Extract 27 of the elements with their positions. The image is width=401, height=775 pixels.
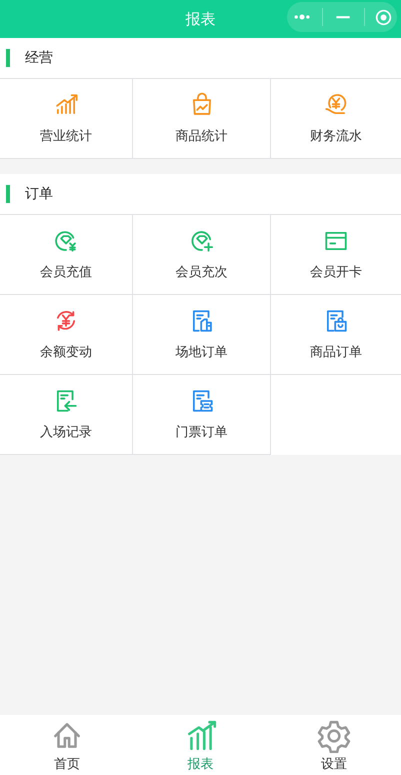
menu-tile[interactable]: 会员充值 (0, 215, 133, 295)
tab-item[interactable]: 设置 (267, 715, 401, 775)
tile-label: 会员开卡 (310, 264, 362, 281)
menu-tile[interactable]: 门票订单 (133, 375, 271, 455)
more-icon[interactable] (292, 12, 312, 22)
menu-tile[interactable]: 余额变动 (0, 295, 133, 375)
menu-tile[interactable]: 营业统计 (0, 79, 133, 159)
section-title: 订单 (25, 185, 53, 203)
tile-label: 营业统计 (40, 128, 92, 145)
tile-label: 门票订单 (176, 424, 228, 441)
tile-label: 场地订单 (176, 344, 228, 361)
menu-tile[interactable]: 会员充次 (133, 215, 271, 295)
tile-label: 余额变动 (40, 344, 92, 361)
menu-tile[interactable]: 场地订单 (133, 295, 271, 375)
section-title: 经营 (25, 49, 53, 67)
gear-icon (317, 719, 352, 753)
tile-label: 财务流水 (310, 128, 362, 145)
menu-tile[interactable]: 入场记录 (0, 375, 133, 455)
tile-label: 会员充次 (176, 264, 228, 281)
page-title: 报表 (186, 10, 216, 28)
tile-label: 商品订单 (310, 344, 362, 361)
menu-tile[interactable]: 商品统计 (133, 79, 271, 159)
tile-label: 商品统计 (176, 128, 228, 145)
tab-item[interactable]: 报表 (134, 715, 268, 775)
tab-item[interactable]: 首页 (0, 715, 134, 775)
tile-label: 入场记录 (40, 424, 92, 441)
tile-label: 会员充值 (40, 264, 92, 281)
